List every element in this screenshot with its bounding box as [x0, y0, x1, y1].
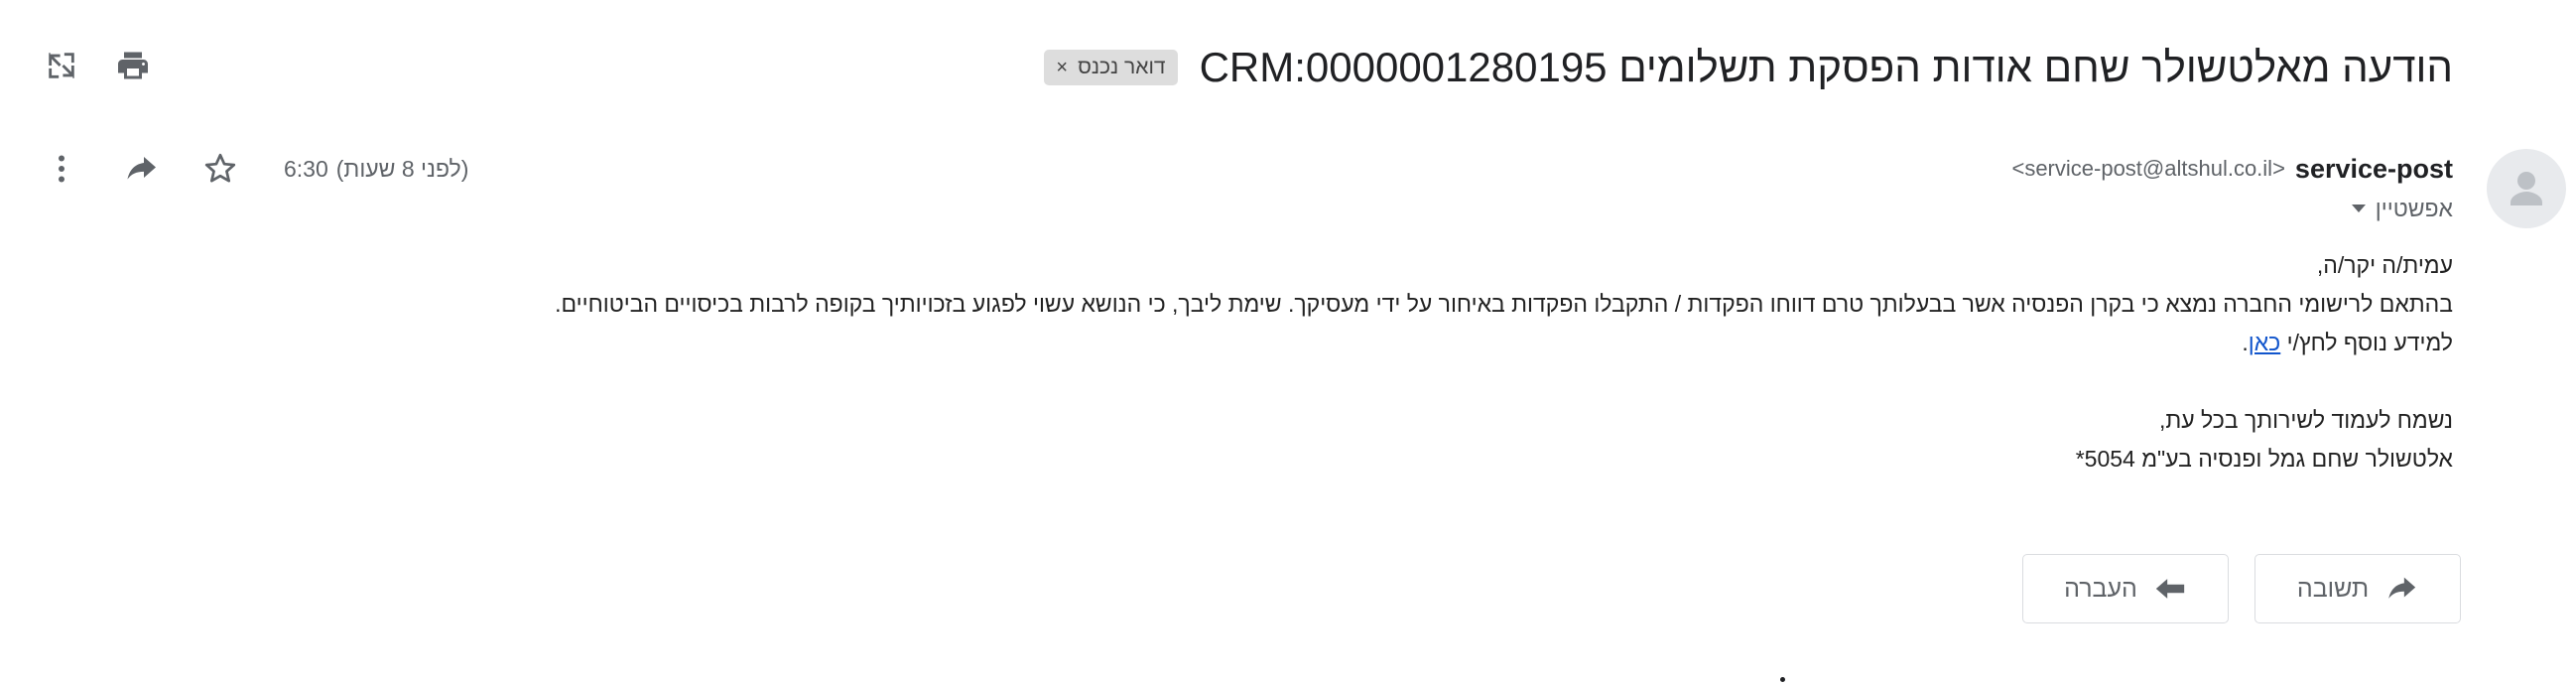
body-more-info: למידע נוסף לחץ/י כאן. [369, 324, 2453, 362]
email-body: עמית/ה יקר/ה, בהתאם לרישומי החברה נמצא כ… [369, 246, 2453, 479]
email-subject: הודעה מאלטשולר שחם אודות הפסקת תשלומים C… [1199, 44, 2453, 90]
reply-arrow-icon [2388, 577, 2416, 599]
more-info-prefix: למידע נוסף לחץ/י [2280, 330, 2453, 355]
reply-button[interactable]: תשובה [2254, 554, 2461, 623]
reply-button-label: תשובה [2296, 574, 2370, 603]
forward-button[interactable]: העברה [2022, 554, 2229, 623]
subject-row: הודעה מאלטשולר שחם אודות הפסקת תשלומים C… [1044, 36, 2453, 99]
time-absolute: 6:30 [284, 155, 328, 182]
open-in-new-window-icon[interactable] [38, 42, 85, 89]
remove-label-icon[interactable]: × [1056, 58, 1068, 77]
recipient-details-toggle[interactable]: אפשטיין [2351, 193, 2453, 224]
body-paragraph: בהתאם לרישומי החברה נמצא כי בקרן הפנסיה … [555, 291, 2453, 317]
time-relative: (לפני 8 שעות) [335, 155, 469, 182]
more-vert-icon[interactable] [38, 145, 85, 193]
print-icon[interactable] [109, 42, 157, 89]
forward-icon[interactable] [117, 145, 165, 193]
inbox-label-text: דואר נכנס [1078, 56, 1166, 78]
star-icon[interactable] [196, 145, 244, 193]
forward-arrow-icon [2155, 579, 2185, 599]
sender-avatar [2487, 149, 2566, 228]
more-info-link[interactable]: כאן [2249, 330, 2281, 355]
email-time: 6:30 (לפני 8 שעות) [284, 151, 468, 187]
sender-email: <service-post@altshul.co.il> [2011, 156, 2285, 181]
person-icon [2511, 172, 2542, 206]
body-greeting: עמית/ה יקר/ה, [2316, 252, 2453, 278]
sender-name[interactable]: service-post [2295, 154, 2453, 185]
forward-button-label: העברה [2064, 574, 2137, 603]
body-signature: אלטשולר שחם גמל ופנסיה בע"מ 5054* [2075, 446, 2453, 472]
body-closing: נשמח לעמוד לשירותך בכל עת, [2158, 407, 2453, 433]
sender-line: service-post <service-post@altshul.co.il… [2011, 151, 2453, 187]
inbox-label-chip[interactable]: דואר נכנס × [1044, 50, 1178, 85]
cursor-dot [1780, 677, 1785, 682]
recipient-name: אפשטיין [2375, 195, 2453, 221]
chevron-down-icon [2351, 205, 2366, 212]
